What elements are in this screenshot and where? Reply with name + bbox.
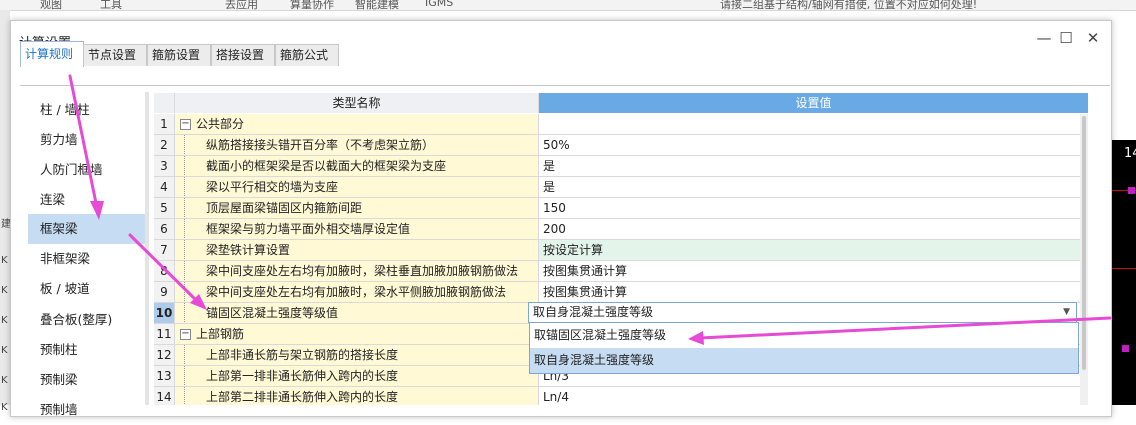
tab-node-settings[interactable]: 节点设置 <box>83 44 147 66</box>
grid-header-name[interactable]: 类型名称 <box>175 93 539 113</box>
minimize-icon[interactable]: — <box>1033 27 1055 49</box>
table-row[interactable]: 4 梁以平行相交的墙为支座 是 <box>154 177 1088 198</box>
table-row[interactable]: 7 梁垫铁计算设置 按设定计算 <box>154 240 1088 261</box>
dropdown-option-selected[interactable]: 取自身混凝土强度等级 <box>530 348 1078 373</box>
chevron-down-icon[interactable]: ▼ <box>1063 304 1070 321</box>
concrete-grade-dropdown: 取锚固区混凝土强度等级 取自身混凝土强度等级 <box>529 322 1079 374</box>
tab-stirrup-settings[interactable]: 箍筋设置 <box>147 44 211 66</box>
grip-point <box>1122 345 1129 352</box>
grid-corner <box>154 93 175 113</box>
table-row[interactable]: 5 顶层屋面梁锚固区内箍筋间距 150 <box>154 198 1088 219</box>
close-icon[interactable]: ✕ <box>1082 27 1104 49</box>
tab-stirrup-formula[interactable]: 箍筋公式 <box>275 44 339 66</box>
sidebar-item-composite-slab[interactable]: 叠合板(整厚) <box>28 305 147 335</box>
dropdown-option[interactable]: 取锚固区混凝土强度等级 <box>530 323 1078 348</box>
sidebar-item-slab-ramp[interactable]: 板 / 坡道 <box>28 274 147 304</box>
table-row[interactable]: 14 上部第二排非通长筋伸入跨内的长度 Ln/4 <box>154 387 1088 405</box>
bg-menu-item: 去应用 <box>225 0 258 11</box>
select-value: 取自身混凝土强度等级 <box>533 305 654 319</box>
sidebar-item-non-frame-beam[interactable]: 非框架梁 <box>28 244 147 274</box>
maximize-icon[interactable]: ☐ <box>1055 27 1077 49</box>
table-row[interactable]: 9 梁中间支座处左右均有加腋时，梁水平侧腋加腋钢筋做法 按图集贯通计算 <box>154 282 1088 303</box>
tab-calc-rules[interactable]: 计算规则 <box>20 41 84 67</box>
collapse-icon[interactable]: − <box>180 119 191 130</box>
tab-divider <box>20 85 1110 86</box>
sidebar-item-coupling-beam[interactable]: 连梁 <box>28 185 147 215</box>
component-sidebar: 柱 / 墙柱 剪力墙 人防门框墙 连梁 框架梁 非框架梁 板 / 坡道 叠合板(… <box>28 92 147 422</box>
sidebar-item-column[interactable]: 柱 / 墙柱 <box>28 95 147 125</box>
concrete-grade-select[interactable]: 取自身混凝土强度等级 ▼ <box>528 302 1077 323</box>
table-row[interactable]: 3 截面小的框架梁是否以截面大的框架梁为支座 是 <box>154 156 1088 177</box>
sidebar-item-precast-beam[interactable]: 预制梁 <box>28 365 147 395</box>
bg-question-text: 请接二组基于结构/轴网有措使, 位置不对应如何处理! <box>720 0 978 11</box>
bg-menu-item: 智能建模 <box>355 0 399 11</box>
bg-menu-item: 工具 <box>100 0 122 11</box>
grid-scrollbar-thumb[interactable] <box>1082 116 1086 370</box>
sidebar-scrollbar[interactable] <box>145 92 149 405</box>
sidebar-item-shear-wall[interactable]: 剪力墙 <box>28 125 147 155</box>
tab-lap-settings[interactable]: 搭接设置 <box>211 44 275 66</box>
bg-menu-item: 算量协作 <box>290 0 334 11</box>
table-row[interactable]: 2 纵筋搭接接头错开百分率（不考虑架立筋） 50% <box>154 135 1088 156</box>
sidebar-item-civil-defense-door[interactable]: 人防门框墙 <box>28 155 147 185</box>
grip-point <box>1128 187 1135 194</box>
bg-menu-item: IGMS <box>425 0 454 9</box>
background-menubar: 观图 工具 去应用 算量协作 智能建模 IGMS 请接二组基于结构/轴网有措使,… <box>0 0 1136 11</box>
table-row[interactable]: 6 框架梁与剪力墙平面外相交墙厚设定值 200 <box>154 219 1088 240</box>
collapse-icon[interactable]: − <box>180 329 191 340</box>
grid-header-value[interactable]: 设置值 <box>539 93 1088 113</box>
background-left-strip: 建 K K K K K K <box>0 10 11 413</box>
table-row[interactable]: 8 梁中间支座处左右均有加腋时，梁柱垂直加腋加腋钢筋做法 按图集贯通计算 <box>154 261 1088 282</box>
table-row[interactable]: 1 − 公共部分 <box>154 114 1088 135</box>
sidebar-item-frame-beam[interactable]: 框架梁 <box>28 214 147 244</box>
canvas-dimension-label: 14 <box>1124 146 1136 161</box>
sidebar-item-precast-column[interactable]: 预制柱 <box>28 335 147 365</box>
background-drawing-canvas <box>1110 140 1136 405</box>
sidebar-item-precast-wall[interactable]: 预制墙 <box>28 395 147 425</box>
bg-menu-item: 观图 <box>40 0 62 11</box>
